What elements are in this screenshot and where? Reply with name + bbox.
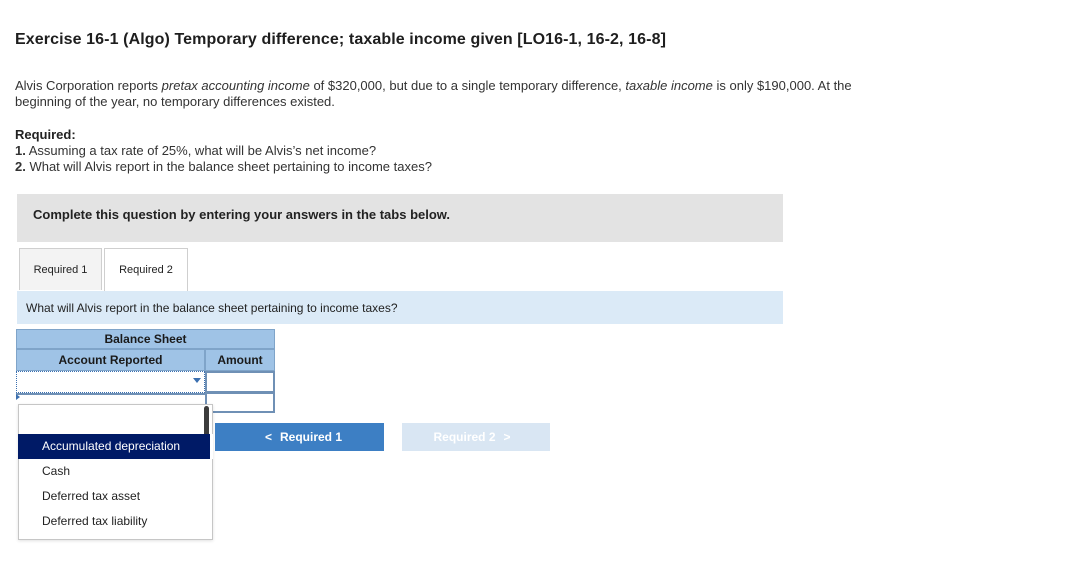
required-item-2: 2. What will Alvis report in the balance… [15,159,432,174]
required-list: 1. Assuming a tax rate of 25%, what will… [15,143,432,175]
question-bar: What will Alvis report in the balance sh… [17,291,783,324]
dropdown-option-deferred-tax-asset[interactable]: Deferred tax asset [19,484,212,509]
instructions-text: Complete this question by entering your … [33,207,451,222]
chevron-left-icon: < [264,430,272,444]
dropdown-option-deferred-tax-liability[interactable]: Deferred tax liability [19,509,212,534]
prev-button-required-1[interactable]: < Required 1 [215,423,384,451]
chevron-right-icon: > [503,430,511,444]
problem-text: Alvis Corporation reports pretax account… [15,78,852,109]
next-button-required-2[interactable]: Required 2 > [402,423,550,451]
column-header-account: Account Reported [16,349,205,371]
flag-icon [16,394,20,400]
tab-required-2[interactable]: Required 2 [104,248,188,292]
required-heading: Required: [15,127,76,142]
column-header-amount: Amount [205,349,275,371]
amount-input-row-2[interactable] [205,392,275,413]
account-select-row-1[interactable] [16,371,205,393]
instructions-banner: Complete this question by entering your … [17,194,783,242]
question-text: What will Alvis report in the balance sh… [26,301,398,315]
dropdown-option-accumulated-depreciation[interactable]: Accumulated depreciation [18,434,213,459]
page-title: Exercise 16-1 (Algo) Temporary differenc… [15,31,667,48]
chevron-down-icon[interactable] [193,378,201,383]
required-item-1: 1. Assuming a tax rate of 25%, what will… [15,143,377,158]
tab-required-1[interactable]: Required 1 [19,248,102,290]
account-dropdown-list[interactable]: Accumulated depreciation Cash Deferred t… [18,404,213,540]
dropdown-option-cash[interactable]: Cash [19,459,212,484]
amount-input-row-1[interactable] [205,371,275,393]
table-title: Balance Sheet [16,329,275,349]
